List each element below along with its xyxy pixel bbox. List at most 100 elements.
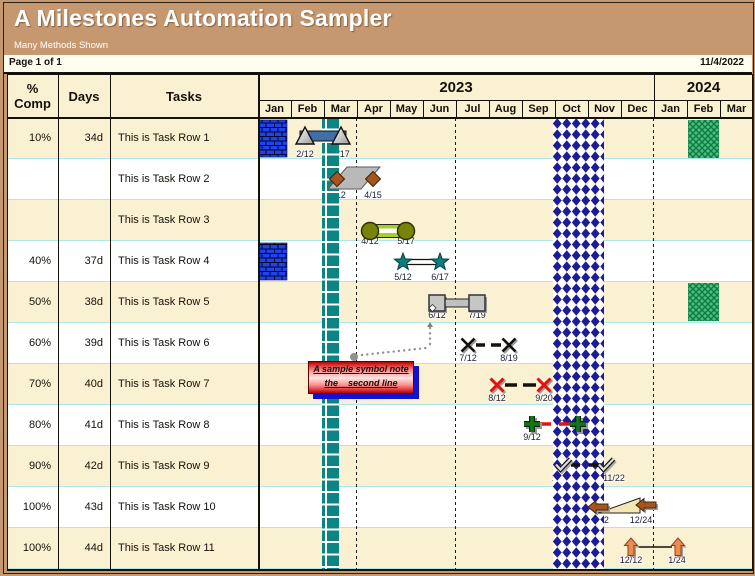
pct-cell: 100% <box>7 528 58 569</box>
month-divider <box>489 100 490 118</box>
pct-cell: 10% <box>7 118 58 159</box>
start-date-label: 2/12 <box>296 149 314 159</box>
grid-line <box>258 100 753 101</box>
month-divider <box>687 100 688 118</box>
month-header: Jun <box>423 100 456 118</box>
page-number-label: Page 1 of 1 <box>9 57 62 68</box>
task-cell: This is Task Row 2 <box>110 159 258 200</box>
month-divider <box>324 100 325 118</box>
month-divider <box>654 100 655 118</box>
column-header-tasks: Tasks <box>110 74 258 118</box>
days-cell: 37d <box>58 241 110 282</box>
brick-pattern-block <box>259 120 287 157</box>
end-date-label: 9/20 <box>535 393 553 403</box>
page-subtitle: Many Methods Shown <box>14 40 108 51</box>
month-header: Mar <box>720 100 753 118</box>
pct-cell: 60% <box>7 323 58 364</box>
days-cell: 41d <box>58 405 110 446</box>
star-symbol[interactable] <box>394 253 411 269</box>
brick-pattern-block <box>259 243 287 280</box>
month-header: Jul <box>456 100 489 118</box>
month-header: Apr <box>357 100 390 118</box>
month-divider <box>423 100 424 118</box>
task-cell: This is Task Row 1 <box>110 118 258 159</box>
page-title: A Milestones Automation Sampler <box>14 5 392 32</box>
quarter-gridlines <box>357 118 654 569</box>
column-header-days: Days <box>58 74 110 118</box>
pct-cell: 50% <box>7 282 58 323</box>
year-divider-line <box>654 74 655 100</box>
month-divider <box>588 100 589 118</box>
task-cell: This is Task Row 9 <box>110 446 258 487</box>
task-bar-row5[interactable] <box>429 295 487 313</box>
leader-arrowhead <box>427 322 433 327</box>
task-cell: This is Task Row 8 <box>110 405 258 446</box>
month-header: Jan <box>258 100 291 118</box>
days-cell: 34d <box>58 118 110 159</box>
days-cell: 40d <box>58 364 110 405</box>
pct-cell: 70% <box>7 364 58 405</box>
pct-cell: 40% <box>7 241 58 282</box>
month-header: Oct <box>555 100 588 118</box>
task-cell: This is Task Row 4 <box>110 241 258 282</box>
task-bar-row7[interactable] <box>491 379 553 394</box>
grid-line <box>110 74 111 569</box>
symbol-note-box[interactable]: A sample symbol note the second line <box>308 361 414 394</box>
month-header: Feb <box>291 100 324 118</box>
note-leader-line <box>350 322 433 361</box>
green-hatch-block <box>688 120 719 158</box>
days-cell: 43d <box>58 487 110 528</box>
info-strip: Page 1 of 1 11/4/2022 <box>4 55 752 72</box>
task-cell: This is Task Row 5 <box>110 282 258 323</box>
end-date-label: 6/17 <box>431 272 449 282</box>
task-cell: This is Task Row 6 <box>110 323 258 364</box>
report-date-label: 11/4/2022 <box>700 57 744 68</box>
month-divider <box>456 100 457 118</box>
month-divider <box>621 100 622 118</box>
task-bar-row6[interactable] <box>462 339 518 354</box>
circle-symbol[interactable] <box>362 223 379 240</box>
pct-cell: 90% <box>7 446 58 487</box>
task-cell: This is Task Row 3 <box>110 200 258 241</box>
note-line-1: A sample symbol note <box>309 364 413 374</box>
task-cell: This is Task Row 7 <box>110 364 258 405</box>
pct-cell: 100% <box>7 487 58 528</box>
month-divider <box>555 100 556 118</box>
month-header: Mar <box>324 100 357 118</box>
month-divider <box>291 100 292 118</box>
green-hatch-block <box>688 283 719 321</box>
square-symbol[interactable] <box>469 295 485 311</box>
month-divider <box>522 100 523 118</box>
month-header: Dec <box>621 100 654 118</box>
end-date-label: 12/24 <box>630 515 653 525</box>
end-date-label: 4/15 <box>364 190 382 200</box>
end-date-label: 11/22 <box>603 473 625 483</box>
highlight-bands <box>259 118 719 569</box>
grid-line <box>258 74 260 569</box>
month-divider <box>390 100 391 118</box>
year-header-2023: 2023 <box>258 74 654 100</box>
circle-symbol[interactable] <box>398 223 415 240</box>
task-cell: This is Task Row 10 <box>110 487 258 528</box>
month-divider <box>720 100 721 118</box>
leader-anchor-dot <box>350 353 358 361</box>
days-cell: 42d <box>58 446 110 487</box>
grid-line <box>7 74 753 75</box>
year-header-2024: 2024 <box>654 74 753 100</box>
star-symbol[interactable] <box>431 253 448 269</box>
days-cell: 44d <box>58 528 110 569</box>
green-plus-symbol[interactable] <box>524 416 540 432</box>
days-cell: 38d <box>58 282 110 323</box>
task-bar-row11[interactable] <box>625 538 687 558</box>
start-date-label: 7/12 <box>459 353 477 363</box>
task-bar-row3[interactable] <box>362 223 415 240</box>
start-date-label: 8/12 <box>488 393 506 403</box>
month-header: Jan <box>654 100 687 118</box>
month-header: May <box>390 100 423 118</box>
grid-line <box>7 117 753 119</box>
grid-line <box>752 74 753 569</box>
note-line-2: the second line <box>309 378 413 388</box>
task-bar-row4[interactable] <box>394 253 448 269</box>
grid-line <box>7 569 753 571</box>
leader-dots <box>362 348 426 355</box>
